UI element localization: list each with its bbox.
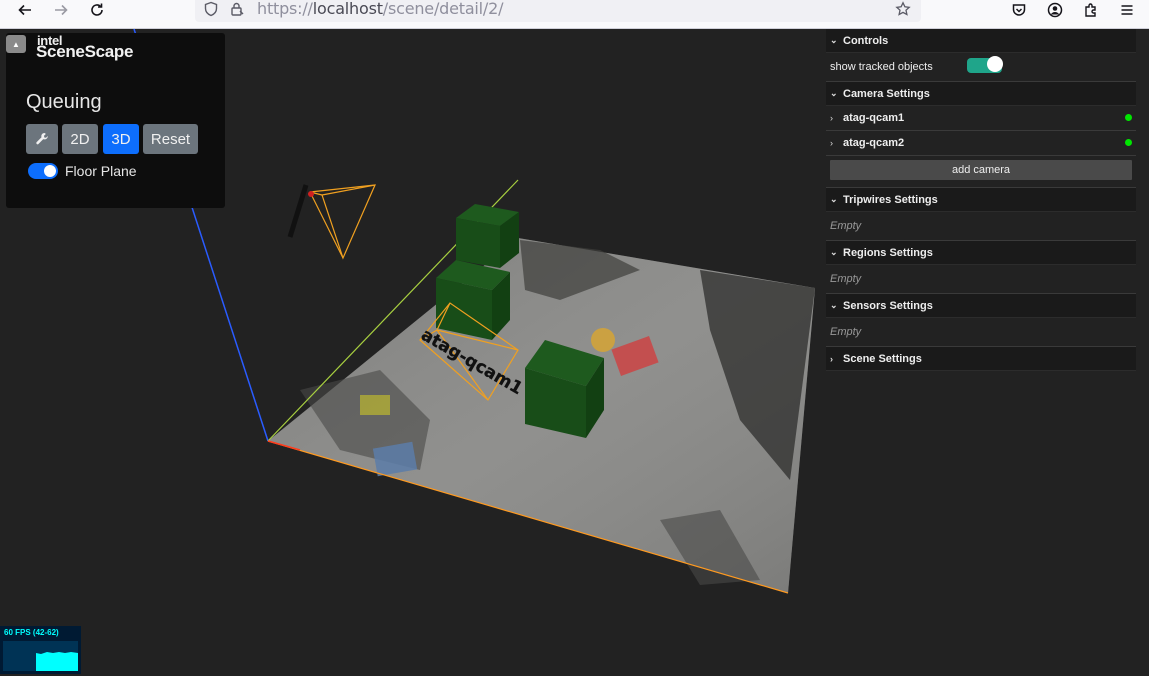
floor-plane-label: Floor Plane	[65, 163, 137, 179]
settings-panel: ⌄ Controls show tracked objects ⌄ Camera…	[826, 29, 1136, 371]
regions-settings-header[interactable]: ⌄ Regions Settings	[826, 241, 1136, 265]
show-tracked-label: show tracked objects	[830, 61, 933, 73]
show-tracked-toggle[interactable]	[967, 58, 1002, 73]
extensions-icon[interactable]	[1077, 0, 1105, 20]
lock-icon[interactable]	[229, 1, 245, 17]
scenescape-logo: SceneScape	[36, 42, 133, 62]
view-2d-button[interactable]: 2D	[62, 124, 98, 154]
camera-lens-icon	[308, 191, 314, 197]
scene-settings-title: Scene Settings	[843, 353, 922, 365]
regions-empty: Empty	[826, 265, 1136, 294]
camera-status-dot	[1125, 139, 1132, 146]
sensors-settings-header[interactable]: ⌄ Sensors Settings	[826, 294, 1136, 318]
sensors-settings-title: Sensors Settings	[843, 300, 933, 312]
pocket-icon[interactable]	[1005, 0, 1033, 20]
scene-settings-header[interactable]: › Scene Settings	[826, 347, 1136, 371]
forward-icon[interactable]	[47, 0, 75, 20]
chevron-right-icon: ›	[830, 354, 843, 364]
tracked-object-box[interactable]	[525, 340, 604, 438]
wrench-icon	[34, 131, 50, 147]
camera-body-icon	[290, 185, 306, 237]
fps-graph	[3, 641, 78, 671]
bookmark-star-icon[interactable]	[895, 1, 911, 17]
camera-settings-title: Camera Settings	[843, 88, 930, 100]
reset-button[interactable]: Reset	[143, 124, 198, 154]
scene-control-panel: ▲ intel SceneScape Queuing 2D 3D Reset F…	[6, 33, 225, 208]
camera-row-qcam1[interactable]: › atag-qcam1	[826, 106, 1136, 131]
account-icon[interactable]	[1041, 0, 1069, 20]
add-camera-button[interactable]: add camera	[830, 160, 1132, 180]
tripwires-empty: Empty	[826, 212, 1136, 241]
fps-meter[interactable]: 60 FPS (42-62)	[0, 626, 81, 674]
shield-icon[interactable]	[203, 1, 219, 17]
tracked-object-box[interactable]	[436, 260, 510, 340]
tripwires-settings-header[interactable]: ⌄ Tripwires Settings	[826, 188, 1136, 212]
browser-toolbar: https://localhost/scene/detail/2/	[0, 0, 1149, 29]
fps-label: 60 FPS (42-62)	[4, 628, 59, 637]
back-icon[interactable]	[11, 0, 39, 20]
camera-frustum-qcam2[interactable]	[310, 185, 375, 258]
add-camera-row: add camera	[826, 160, 1136, 188]
floor-object-yellow-2	[360, 395, 390, 415]
tracked-object-box[interactable]	[456, 204, 519, 268]
url-text[interactable]: https://localhost/scene/detail/2/	[257, 0, 503, 18]
floor-plane-toggle[interactable]	[28, 163, 58, 179]
camera-row-qcam2[interactable]: › atag-qcam2	[826, 131, 1136, 156]
view-3d-button[interactable]: 3D	[103, 124, 139, 154]
show-tracked-row: show tracked objects	[826, 53, 1136, 82]
controls-header[interactable]: ⌄ Controls	[826, 29, 1136, 53]
tripwires-settings-title: Tripwires Settings	[843, 194, 938, 206]
camera-name: atag-qcam1	[843, 112, 904, 124]
url-bar[interactable]: https://localhost/scene/detail/2/	[195, 0, 921, 22]
sensors-empty: Empty	[826, 318, 1136, 347]
controls-title: Controls	[843, 35, 888, 47]
scene-title: Queuing	[26, 91, 102, 114]
camera-status-dot	[1125, 114, 1132, 121]
regions-settings-title: Regions Settings	[843, 247, 933, 259]
chevron-down-icon: ⌄	[830, 300, 843, 311]
chevron-down-icon: ⌄	[830, 194, 843, 205]
chevron-down-icon: ⌄	[830, 88, 843, 99]
camera-settings-header[interactable]: ⌄ Camera Settings	[826, 82, 1136, 106]
menu-icon[interactable]	[1113, 0, 1141, 20]
chevron-down-icon: ⌄	[830, 247, 843, 258]
collapse-button[interactable]: ▲	[6, 35, 26, 53]
floor-object-yellow	[591, 328, 615, 352]
chevron-down-icon: ⌄	[830, 35, 843, 46]
chevron-right-icon: ›	[830, 113, 843, 123]
tools-button[interactable]	[26, 124, 58, 154]
reload-icon[interactable]	[83, 0, 111, 20]
camera-name: atag-qcam2	[843, 137, 904, 149]
chevron-right-icon: ›	[830, 138, 843, 148]
